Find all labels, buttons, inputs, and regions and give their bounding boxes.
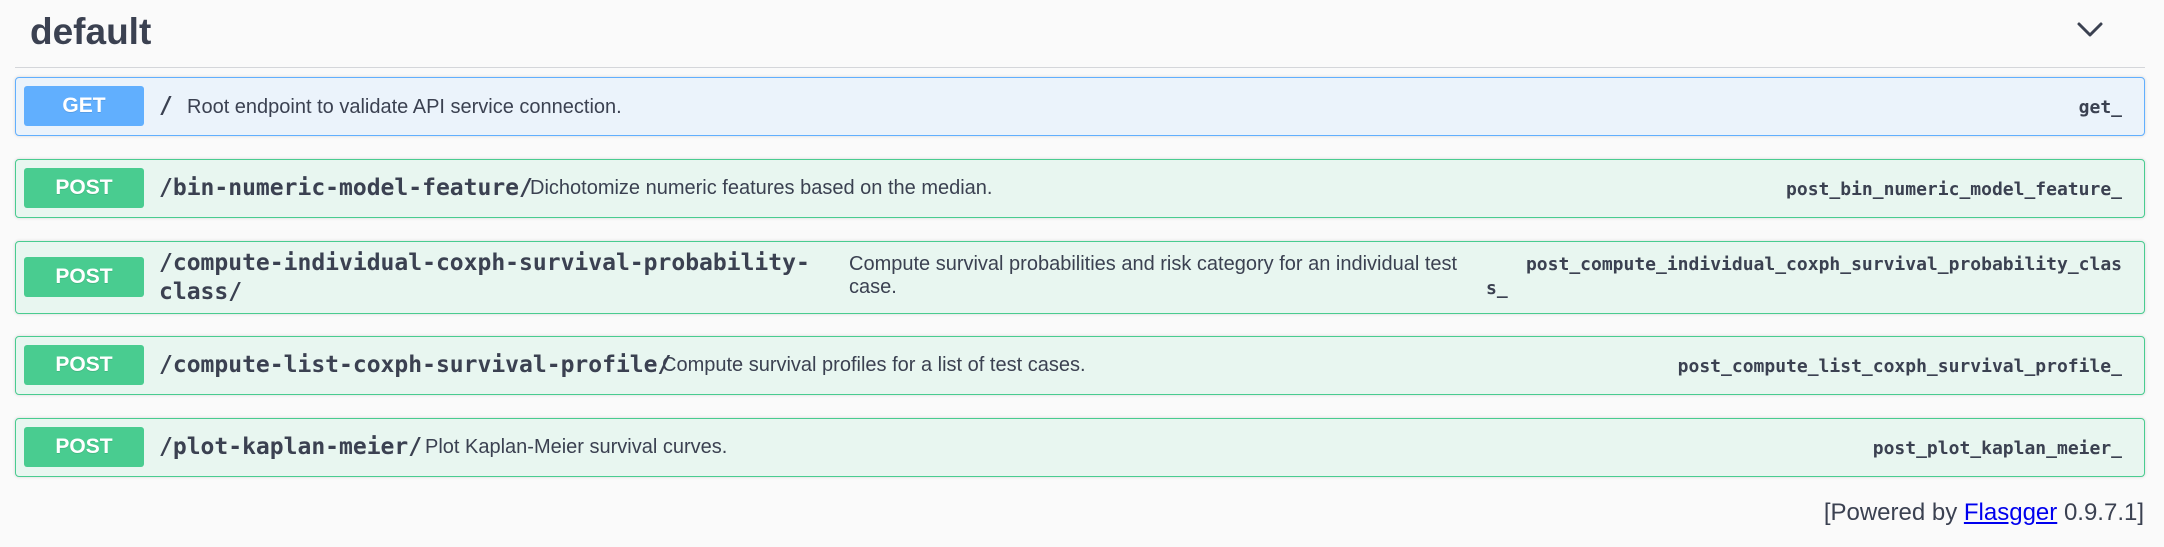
operation-summary: Root endpoint to validate API service co…: [187, 96, 622, 118]
chevron-down-icon[interactable]: [2073, 15, 2107, 45]
method-badge: GET: [24, 86, 144, 126]
operation-id: get_: [2078, 97, 2122, 118]
powered-by-prefix: [Powered by: [1823, 499, 1958, 526]
method-badge: POST: [24, 168, 144, 208]
operation-post-bin-numeric-model-feature[interactable]: POST /bin-numeric-model-feature/ Dichoto…: [15, 159, 2145, 218]
section-header[interactable]: default: [15, 0, 2145, 68]
operation-id: post_bin_numeric_model_feature_: [1786, 179, 2122, 200]
method-badge: POST: [24, 427, 144, 467]
operation-summary-line-1: Compute survival probabilities and risk …: [849, 253, 1458, 275]
operation-summary-line-2: case.: [849, 276, 897, 298]
section-title: default: [30, 11, 152, 52]
operation-post-plot-kaplan-meier[interactable]: POST /plot-kaplan-meier/ Plot Kaplan-Mei…: [15, 418, 2145, 477]
flasgger-link[interactable]: Flasgger: [1964, 499, 2057, 526]
operation-id: post_plot_kaplan_meier_: [1872, 438, 2122, 459]
operation-post-compute-list-coxph[interactable]: POST /compute-list-coxph-survival-profil…: [15, 336, 2145, 395]
operation-id-line-1: post_compute_individual_coxph_survival_p…: [1525, 254, 2122, 275]
swagger-ui: default GET / Root endpoint to validate …: [0, 0, 2164, 547]
operation-summary: Compute survival profiles for a list of …: [662, 354, 1086, 376]
method-badge: POST: [24, 257, 144, 297]
method-badge: POST: [24, 345, 144, 385]
operation-path-line-2: class/: [159, 279, 243, 305]
operation-summary: Dichotomize numeric features based on th…: [530, 177, 993, 199]
operation-path-line-1: /compute-individual-coxph-survival-proba…: [159, 250, 810, 276]
powered-by-footer: [Powered by Flasgger 0.9.7.1]: [1824, 498, 2144, 528]
operation-summary: Plot Kaplan-Meier survival curves.: [425, 436, 728, 458]
operation-path: /compute-list-coxph-survival-profile/: [159, 352, 672, 378]
operation-path: /: [159, 93, 173, 119]
operation-path: /bin-numeric-model-feature/: [159, 175, 533, 201]
version-text: 0.9.7.1]: [2063, 499, 2144, 526]
operation-id: post_compute_list_coxph_survival_profile…: [1677, 356, 2122, 377]
operation-id-line-2: s_: [1486, 278, 1508, 299]
operation-post-compute-individual-coxph[interactable]: POST /compute-individual-coxph-survival-…: [15, 241, 2145, 314]
operation-path: /plot-kaplan-meier/: [159, 434, 423, 460]
operation-get-root[interactable]: GET / Root endpoint to validate API serv…: [15, 77, 2145, 136]
